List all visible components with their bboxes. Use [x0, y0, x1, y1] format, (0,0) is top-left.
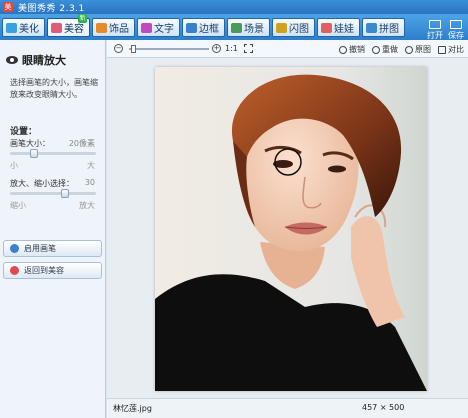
tab-text[interactable]: 文字 — [137, 18, 180, 37]
redo-icon — [372, 45, 380, 54]
zoom-select-label: 放大、缩小选择： — [10, 179, 74, 188]
canvas-area — [107, 58, 468, 403]
original-icon — [405, 45, 413, 54]
compare-button[interactable]: 对比 — [438, 44, 464, 55]
tab-collage[interactable]: 拼图 — [362, 18, 405, 37]
status-bar: 林忆莲.jpg 457 × 500 — [107, 398, 468, 418]
tab-label: 娃娃 — [334, 24, 354, 35]
flash-icon — [276, 22, 287, 33]
brush-size-label: 画笔大小： — [10, 139, 50, 148]
zoom-slider[interactable] — [129, 45, 209, 53]
tab-label: 文字 — [154, 24, 174, 35]
portrait-photo[interactable] — [155, 67, 427, 391]
enable-brush-label: 启用画笔 — [24, 244, 56, 253]
tab-label: 边框 — [199, 24, 219, 35]
actual-size-button[interactable]: 1:1 — [225, 44, 238, 53]
zoom-select-slider-handle[interactable] — [60, 189, 69, 198]
tab-scene[interactable]: 场景 — [227, 18, 270, 37]
tab-label: 拼图 — [379, 24, 399, 35]
zoom-select-slider[interactable] — [10, 189, 96, 198]
panel-title: 眼睛放大 — [6, 52, 66, 68]
open-button[interactable]: 打开 — [426, 20, 444, 41]
original-button[interactable]: 原图 — [405, 44, 431, 55]
canvas-toolbar: − + 1:1 撤销 重做 原图 对比 — [107, 40, 468, 58]
panel-description: 选择画笔的大小，画笔缩放来改变眼睛大小。 — [10, 78, 98, 99]
border-icon — [186, 22, 197, 33]
doll-icon — [321, 22, 332, 33]
tab-accessories[interactable]: 饰品 — [92, 18, 135, 37]
compare-label: 对比 — [448, 45, 464, 54]
brush-size-slider[interactable] — [10, 149, 96, 158]
text-icon — [141, 22, 152, 33]
brush-size-min-label: 小 — [10, 161, 18, 170]
original-label: 原图 — [415, 45, 431, 54]
back-icon — [10, 266, 19, 275]
left-panel: 眼睛放大 选择画笔的大小，画笔缩放来改变眼睛大小。 设置： 画笔大小： 20像素… — [0, 40, 106, 418]
tab-label: 饰品 — [109, 24, 129, 35]
undo-label: 撤销 — [349, 45, 365, 54]
fit-to-window-icon[interactable] — [244, 44, 253, 53]
window-title: 美图秀秀 2.3.1 — [18, 4, 85, 14]
zoom-select-max-label: 放大 — [79, 201, 95, 210]
tab-flash[interactable]: 闪图 — [272, 18, 315, 37]
beautify-icon — [6, 22, 17, 33]
save-button[interactable]: 保存 — [447, 20, 465, 41]
brush-size-max-label: 大 — [87, 161, 95, 170]
panel-title-text: 眼睛放大 — [22, 54, 66, 67]
zoom-slider-handle[interactable] — [131, 45, 136, 53]
save-label: 保存 — [448, 31, 464, 40]
zoom-select-value: 30 — [84, 178, 95, 187]
zoom-out-icon[interactable]: − — [114, 44, 123, 53]
zoom-in-icon[interactable]: + — [212, 44, 221, 53]
tab-label: 场景 — [244, 24, 264, 35]
eye-icon — [6, 56, 18, 64]
image-dimensions: 457 × 500 — [362, 403, 405, 412]
brush-icon — [10, 244, 19, 253]
tab-doll[interactable]: 娃娃 — [317, 18, 360, 37]
collage-icon — [366, 22, 377, 33]
accessories-icon — [96, 22, 107, 33]
undo-button[interactable]: 撤销 — [339, 44, 365, 55]
enable-brush-button[interactable]: 启用画笔 — [3, 240, 102, 257]
app-logo-icon: 美 — [3, 2, 13, 12]
folder-icon — [429, 20, 441, 29]
undo-icon — [339, 45, 347, 54]
zoom-select-min-label: 缩小 — [10, 201, 26, 210]
beauty-icon — [51, 22, 62, 33]
save-icon — [450, 20, 462, 29]
title-bar: 美 美图秀秀 2.3.1 — [0, 0, 468, 14]
new-badge: 新 — [78, 14, 87, 23]
file-name: 林忆莲.jpg — [113, 404, 152, 413]
back-to-beauty-label: 返回到美容 — [24, 266, 64, 275]
settings-title: 设置： — [10, 127, 38, 137]
tab-border[interactable]: 边框 — [182, 18, 225, 37]
brush-size-value: 20像素 — [68, 139, 95, 148]
tab-beautify[interactable]: 美化 — [2, 18, 45, 37]
compare-icon — [438, 45, 446, 54]
main-menu-bar: 美化 美容 新 饰品 文字 边框 场景 闪图 娃娃 拼图 打开 保存 — [0, 14, 468, 40]
redo-button[interactable]: 重做 — [372, 44, 398, 55]
scene-icon — [231, 22, 242, 33]
open-label: 打开 — [427, 31, 443, 40]
back-to-beauty-button[interactable]: 返回到美容 — [3, 262, 102, 279]
portrait-image — [155, 67, 427, 391]
redo-label: 重做 — [382, 45, 398, 54]
tab-label: 美化 — [19, 24, 39, 35]
brush-size-slider-handle[interactable] — [29, 149, 38, 158]
tab-label: 闪图 — [289, 24, 309, 35]
